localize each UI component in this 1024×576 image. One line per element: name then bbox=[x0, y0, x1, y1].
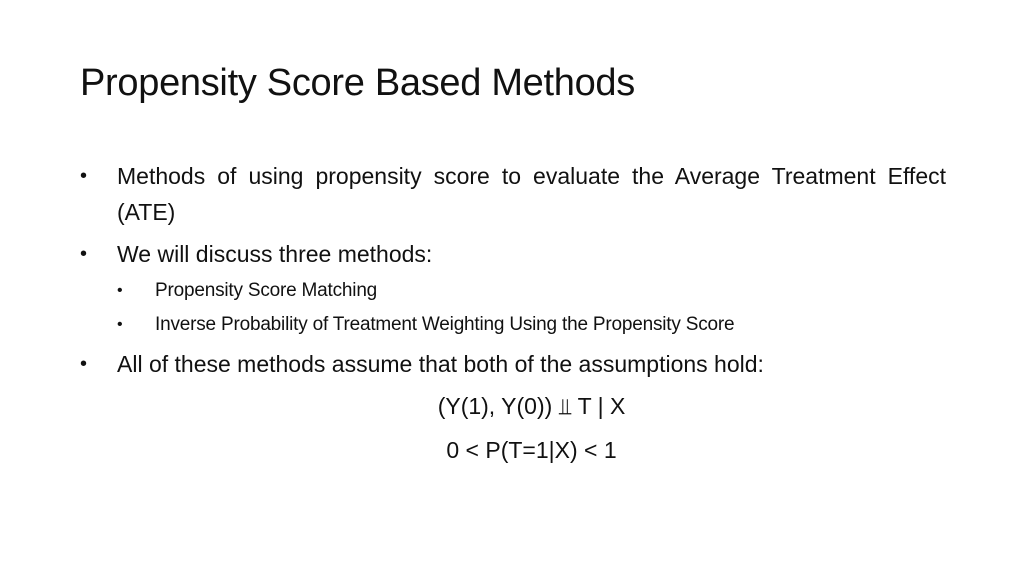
bullet-item-three-methods: • We will discuss three methods: bbox=[80, 236, 946, 272]
bullet-item-ate: • Methods of using propensity score to e… bbox=[80, 158, 946, 230]
slide-title: Propensity Score Based Methods bbox=[80, 62, 635, 104]
sub-bullet-text: Inverse Probability of Treatment Weighti… bbox=[155, 314, 735, 335]
formula-unconfoundedness: (Y(1), Y(0)) ⫫ T | X bbox=[437, 393, 626, 419]
bullet-text: All of these methods assume that both of… bbox=[117, 351, 764, 377]
bullet-icon: • bbox=[80, 243, 88, 265]
formula-overlap: 0 < P(T=1|X) < 1 bbox=[446, 437, 617, 463]
sub-bullet-item-matching: • Propensity Score Matching bbox=[117, 276, 946, 306]
bullet-item-assumptions: • All of these methods assume that both … bbox=[80, 346, 946, 382]
bullet-text: Methods of using propensity score to eva… bbox=[117, 163, 946, 225]
bullet-icon: • bbox=[80, 353, 88, 375]
sub-bullet-text: Propensity Score Matching bbox=[155, 280, 378, 301]
bullet-icon: • bbox=[80, 165, 88, 187]
sub-bullet-item-iptw: • Inverse Probability of Treatment Weigh… bbox=[117, 310, 946, 340]
slide-body: • Methods of using propensity score to e… bbox=[80, 158, 946, 468]
slide: Propensity Score Based Methods • Methods… bbox=[0, 0, 1024, 576]
bullet-text: We will discuss three methods: bbox=[117, 241, 433, 267]
sub-bullet-icon: • bbox=[117, 316, 123, 333]
sub-bullet-icon: • bbox=[117, 282, 123, 299]
